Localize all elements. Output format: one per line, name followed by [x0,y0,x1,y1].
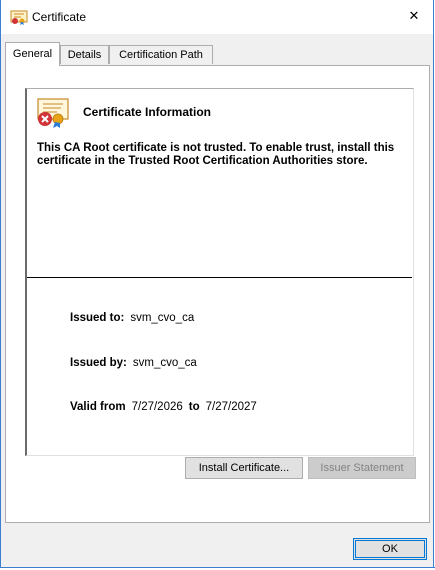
tab-details[interactable]: Details [60,45,109,64]
trust-warning-message: This CA Root certificate is not trusted.… [37,142,395,167]
issued-to-value: svm_cvo_ca [130,312,195,324]
title-bar: Certificate ✕ [1,0,433,34]
issued-to-label: Issued to: [70,312,125,324]
validity-row: Valid from 7/27/2026 to 7/27/2027 [70,401,257,413]
window-bottom-edge [0,567,435,568]
divider [27,277,412,278]
issued-by-label: Issued by: [70,357,127,369]
window-title: Certificate [32,10,87,24]
close-icon: ✕ [408,8,420,23]
issuer-statement-button[interactable]: Issuer Statement [308,457,416,479]
certificate-error-icon [35,97,71,129]
valid-to-value: 7/27/2027 [205,401,257,413]
ok-focus-ring: OK [355,540,425,558]
valid-to-label: to [188,401,200,413]
certificate-dialog: Certificate ✕ General Details Certificat… [0,0,434,568]
ok-button[interactable]: OK [353,538,427,560]
issued-by-row: Issued by: svm_cvo_ca [70,357,197,369]
certificate-info-box: Certificate Information This CA Root cer… [25,88,414,456]
issued-to-row: Issued to: svm_cvo_ca [70,312,194,324]
tab-certification-path[interactable]: Certification Path [109,45,213,64]
tab-general[interactable]: General [5,42,60,66]
valid-from-value: 7/27/2026 [131,401,183,413]
valid-from-label: Valid from [70,401,126,413]
info-title: Certificate Information [83,105,212,119]
ok-label: OK [382,543,398,555]
issued-by-value: svm_cvo_ca [132,357,197,369]
close-button[interactable]: ✕ [399,2,429,30]
general-tab-panel: Certificate Information This CA Root cer… [5,65,430,523]
certificate-icon [10,9,28,25]
install-certificate-button[interactable]: Install Certificate... [185,457,303,479]
